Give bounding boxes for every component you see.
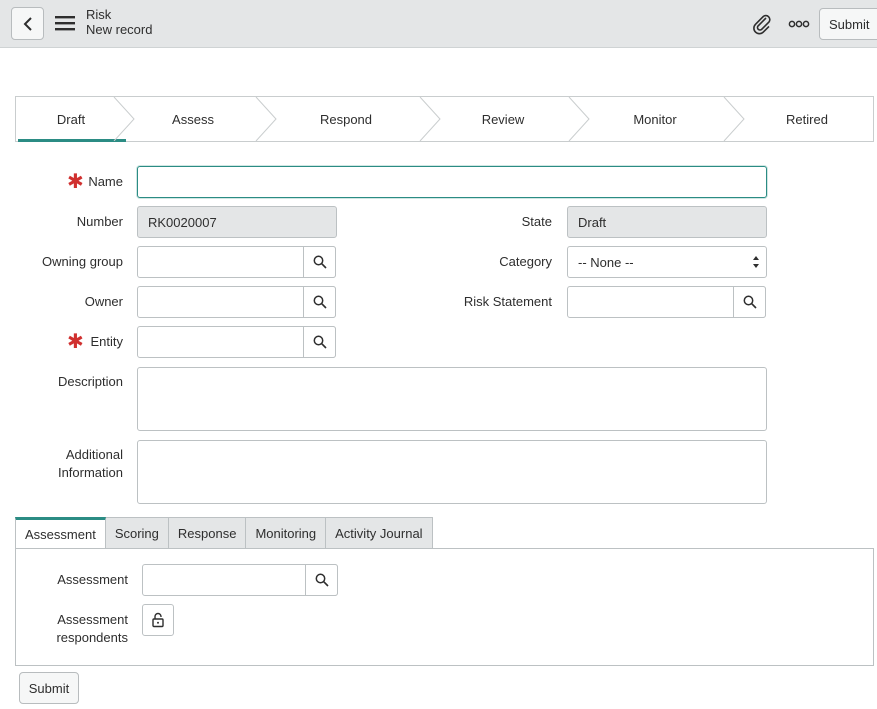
number-label: Number bbox=[76, 214, 123, 229]
owner-field[interactable] bbox=[137, 286, 336, 318]
required-icon: ✱ bbox=[67, 171, 84, 193]
tab-activity-journal[interactable]: Activity Journal bbox=[326, 517, 433, 549]
description-textarea[interactable] bbox=[137, 367, 767, 431]
search-icon bbox=[313, 335, 327, 349]
assessment-label: Assessment bbox=[57, 572, 128, 587]
state-field: Draft bbox=[567, 206, 767, 238]
number-value: RK0020007 bbox=[148, 215, 217, 230]
stage-draft[interactable]: Draft bbox=[16, 97, 126, 142]
tab-monitoring[interactable]: Monitoring bbox=[246, 517, 327, 549]
related-tabs: Assessment Scoring Response Monitoring A… bbox=[15, 517, 433, 549]
owner-label: Owner bbox=[84, 294, 123, 309]
unlock-respondents-button[interactable] bbox=[142, 604, 174, 636]
back-button[interactable] bbox=[11, 7, 44, 40]
risk-statement-field[interactable] bbox=[567, 286, 766, 318]
search-icon bbox=[315, 573, 329, 587]
stage-assess[interactable]: Assess bbox=[128, 97, 258, 141]
risk-statement-lookup-button[interactable] bbox=[733, 286, 766, 318]
additional-info-label-line1: Additional bbox=[65, 447, 123, 462]
assessment-lookup-button[interactable] bbox=[305, 564, 338, 596]
owning-group-label: Owning group bbox=[42, 254, 123, 269]
more-options-icon[interactable] bbox=[787, 12, 811, 36]
submit-button-bottom[interactable]: Submit bbox=[19, 672, 79, 704]
record-title: Risk New record bbox=[86, 7, 152, 37]
entity-lookup-button[interactable] bbox=[303, 326, 336, 358]
stage-review[interactable]: Review bbox=[436, 97, 570, 141]
submit-button-top[interactable]: Submit bbox=[819, 8, 877, 40]
owning-group-lookup-button[interactable] bbox=[303, 246, 336, 278]
assessment-field[interactable] bbox=[142, 564, 338, 596]
state-label: State bbox=[521, 214, 552, 229]
stage-monitor[interactable]: Monitor bbox=[586, 97, 724, 141]
search-icon bbox=[313, 295, 327, 309]
owning-group-field[interactable] bbox=[137, 246, 336, 278]
state-value: Draft bbox=[578, 215, 607, 230]
additional-info-label-line2: Information bbox=[57, 465, 123, 480]
tab-assessment[interactable]: Assessment bbox=[15, 517, 106, 549]
additional-info-textarea[interactable] bbox=[137, 440, 767, 504]
description-label: Description bbox=[57, 374, 123, 389]
select-arrows-icon bbox=[753, 256, 759, 268]
assessment-respondents-label-line1: Assessment bbox=[57, 612, 128, 627]
unlock-icon bbox=[152, 612, 164, 628]
hamburger-menu-icon[interactable] bbox=[54, 13, 76, 33]
name-field[interactable] bbox=[137, 166, 767, 198]
process-flow: Draft Assess Respond Review Monitor Reti… bbox=[15, 96, 874, 142]
risk-statement-label: Risk Statement bbox=[463, 294, 552, 309]
entity-label: Entity bbox=[90, 334, 123, 349]
tab-scoring[interactable]: Scoring bbox=[105, 517, 169, 549]
back-icon bbox=[23, 16, 32, 31]
stage-respond[interactable]: Respond bbox=[274, 97, 418, 141]
category-label: Category bbox=[499, 254, 552, 269]
number-field: RK0020007 bbox=[137, 206, 337, 238]
search-icon bbox=[743, 295, 757, 309]
search-icon bbox=[313, 255, 327, 269]
tab-response[interactable]: Response bbox=[168, 517, 247, 549]
record-subtitle: New record bbox=[86, 22, 153, 37]
stage-retired[interactable]: Retired bbox=[740, 97, 874, 141]
category-value: -- None -- bbox=[578, 255, 634, 270]
header-bar: Risk New record Submit bbox=[0, 0, 877, 48]
paperclip-icon[interactable] bbox=[750, 12, 774, 36]
category-select[interactable]: -- None -- bbox=[567, 246, 767, 278]
name-label: Name bbox=[88, 174, 123, 189]
assessment-respondents-label-line2: respondents bbox=[56, 630, 128, 645]
table-title: Risk bbox=[86, 7, 112, 22]
owner-lookup-button[interactable] bbox=[303, 286, 336, 318]
entity-field[interactable] bbox=[137, 326, 336, 358]
required-icon: ✱ bbox=[67, 331, 84, 353]
